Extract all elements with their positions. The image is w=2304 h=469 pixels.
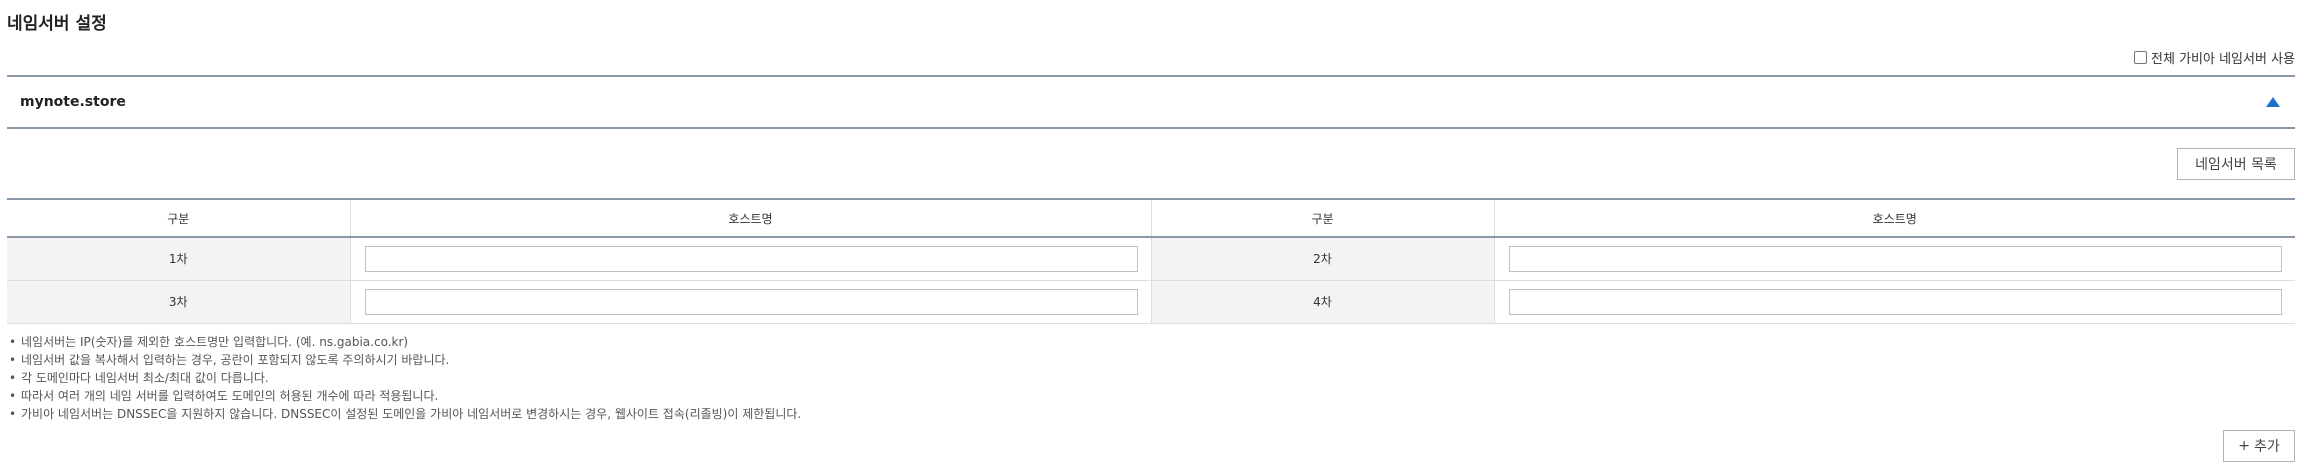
column-header-hostname: 호스트명 [350,199,1152,238]
hostname-cell [350,280,1152,324]
hostname-cell [1494,280,2295,324]
row-label: 3차 [7,280,351,324]
page-title: 네임서버 설정 [7,14,107,34]
column-header-hostname: 호스트명 [1494,199,2295,238]
column-header-type: 구분 [1151,199,1495,238]
use-all-gabia-nameservers[interactable]: 전체 가비아 네임서버 사용 [2134,48,2295,67]
column-header-type: 구분 [7,199,351,238]
row-label: 2차 [1151,237,1495,281]
nameserver-4-input[interactable] [1508,288,2282,315]
table-row: 1차 2차 [7,237,2295,281]
note-item: 각 도메인마다 네임서버 최소/최대 값이 다릅니다. [7,369,801,387]
nameserver-2-input[interactable] [1508,245,2282,272]
note-item: 따라서 여러 개의 네임 서버를 입력하여도 도메인의 허용된 개수에 따라 적… [7,387,801,405]
nameserver-notes: 네임서버는 IP(숫자)를 제외한 호스트명만 입력합니다. (예. ns.ga… [7,333,801,423]
use-all-label: 전체 가비아 네임서버 사용 [2151,52,2295,67]
table-header-row: 구분 호스트명 구분 호스트명 [7,199,2295,238]
nameserver-list-button[interactable]: 네임서버 목록 [2177,148,2295,180]
nameserver-1-input[interactable] [364,245,1138,272]
row-label: 4차 [1151,280,1495,324]
nameserver-3-input[interactable] [364,288,1138,315]
triangle-up-icon[interactable] [2266,97,2280,107]
add-button-label: 추가 [2253,439,2280,455]
note-item: 네임서버는 IP(숫자)를 제외한 호스트명만 입력합니다. (예. ns.ga… [7,333,801,351]
hostname-cell [350,237,1152,281]
row-label: 1차 [7,237,351,281]
plus-icon: + [2238,438,2250,454]
use-all-checkbox[interactable] [2134,51,2148,64]
note-item: 네임서버 값을 복사해서 입력하는 경우, 공란이 포함되지 않도록 주의하시기… [7,351,801,369]
domain-accordion-header[interactable]: mynote.store [7,75,2295,129]
hostname-cell [1494,237,2295,281]
add-button[interactable]: + 추가 [2223,430,2295,462]
note-item: 가비아 네임서버는 DNSSEC을 지원하지 않습니다. DNSSEC이 설정된… [7,405,801,423]
table-row: 3차 4차 [7,280,2295,324]
nameserver-table: 구분 호스트명 구분 호스트명 1차 2차 3차 4차 [7,198,2295,324]
domain-name: mynote.store [20,94,126,110]
